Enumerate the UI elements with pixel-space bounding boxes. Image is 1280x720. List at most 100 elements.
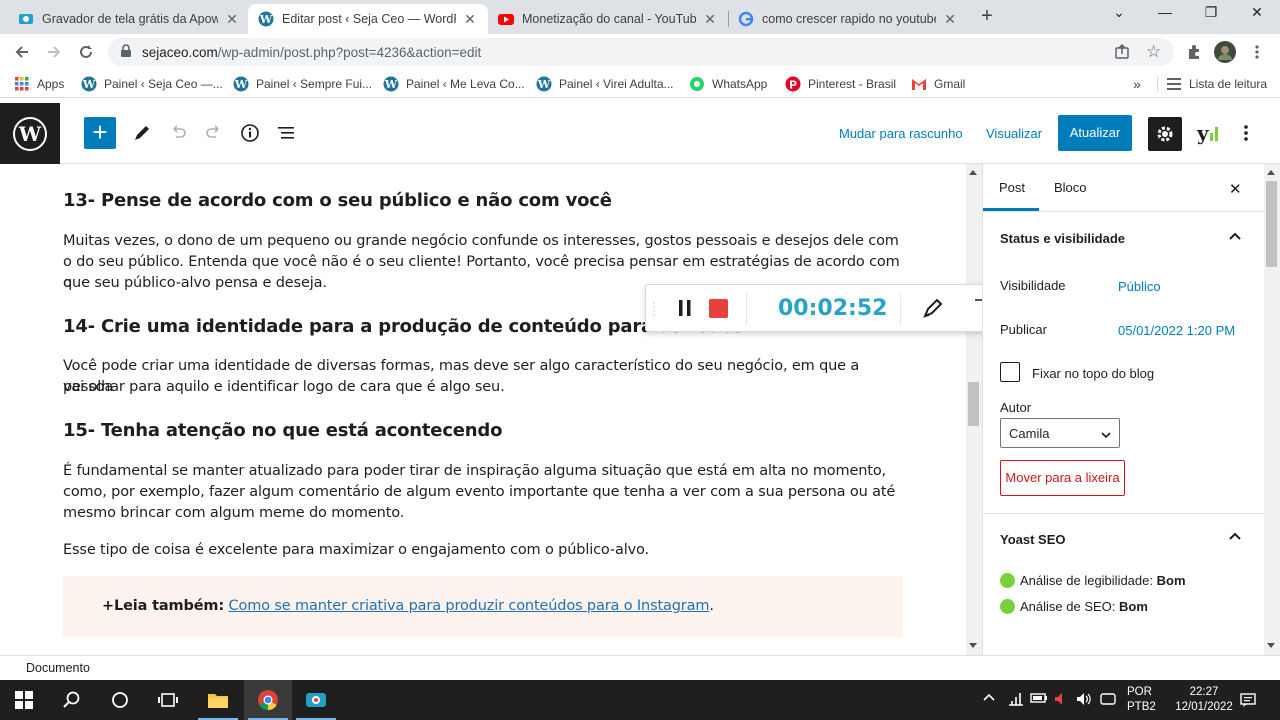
apowersoft-recorder-icon[interactable]	[292, 680, 340, 720]
move-to-trash-button[interactable]: Mover para a lixeira	[1000, 460, 1125, 496]
content-scrollbar[interactable]	[966, 164, 982, 655]
chevron-up-icon[interactable]	[1229, 530, 1241, 548]
tab-wordpress-edit[interactable]: W Editar post ‹ Seja Ceo — WordPr ✕	[248, 4, 488, 34]
paragraph-14-line-2[interactable]: vai olhar para aquilo e identificar logo…	[63, 377, 908, 398]
settings-gear-icon[interactable]	[1148, 117, 1182, 151]
avatar[interactable]	[1214, 41, 1236, 63]
volume-muted-icon[interactable]	[1054, 692, 1068, 709]
bookmark-apps[interactable]: Apps	[14, 76, 64, 92]
volume-icon[interactable]	[1076, 692, 1092, 709]
tab-google-search[interactable]: como crescer rapido no youtube ✕	[728, 4, 968, 34]
update-button[interactable]: Atualizar	[1058, 115, 1132, 151]
notifications-icon[interactable]	[1240, 692, 1256, 711]
scrollbar-thumb[interactable]	[968, 382, 979, 426]
task-view-icon[interactable]	[144, 680, 192, 720]
edit-tool-icon[interactable]	[130, 121, 154, 145]
chevron-up-icon[interactable]	[1229, 230, 1241, 248]
minimize-icon[interactable]: —	[1142, 4, 1188, 26]
seo-analysis[interactable]: Análise de SEO: Bom	[1000, 599, 1148, 614]
options-menu-icon[interactable]	[1234, 121, 1258, 145]
undo-icon[interactable]	[166, 121, 190, 145]
paragraph-15-line-1[interactable]: É fundamental se manter atualizado para …	[63, 461, 908, 482]
tab-youtube[interactable]: Monetização do canal - YouTube ✕	[488, 4, 728, 34]
close-tab-icon[interactable]: ✕	[702, 11, 718, 28]
bookmark-whatsapp[interactable]: WhatsApp	[689, 76, 767, 92]
drag-handle-icon[interactable]	[652, 301, 656, 322]
bookmark-star-icon[interactable]: ☆	[1146, 42, 1161, 62]
switch-to-draft-button[interactable]: Mudar para rascunho	[839, 126, 963, 141]
info-icon[interactable]	[238, 121, 262, 145]
reload-icon[interactable]	[75, 41, 97, 63]
heading-13[interactable]: 13- Pense de acordo com o seu público e …	[63, 190, 612, 211]
input-language[interactable]: POR PTB2	[1127, 685, 1156, 715]
scroll-down-icon[interactable]	[1267, 643, 1275, 648]
battery-icon[interactable]	[1030, 692, 1048, 707]
reading-list[interactable]: Lista de leitura	[1157, 76, 1267, 92]
address-bar[interactable]: sejaceo.com/wp-admin/post.php?post=4236&…	[108, 38, 1174, 66]
restore-icon[interactable]: ❐	[1188, 4, 1234, 26]
paragraph-15-line-3[interactable]: mesmo brincar com algum meme do momento.	[63, 503, 908, 524]
add-block-button[interactable]: +	[84, 117, 116, 149]
more-menu-icon[interactable]	[1246, 41, 1268, 63]
cortana-icon[interactable]	[96, 680, 144, 720]
close-tab-icon[interactable]: ✕	[942, 11, 958, 28]
wordpress-logo[interactable]: W	[0, 103, 60, 164]
bookmark-gmail[interactable]: Gmail	[911, 76, 965, 92]
read-more-link[interactable]: Como se manter criativa para produzir co…	[229, 598, 710, 614]
extensions-icon[interactable]	[1183, 41, 1205, 63]
close-tab-icon[interactable]: ✕	[224, 11, 240, 28]
windows-start-icon[interactable]	[0, 680, 48, 720]
bookmark-painel-me-leva[interactable]: W Painel ‹ Me Leva Co...	[383, 76, 525, 92]
bookmark-painel-seja-ceo[interactable]: W Painel ‹ Seja Ceo —...	[81, 76, 223, 92]
breadcrumb-document[interactable]: Documento	[26, 661, 90, 675]
scroll-up-icon[interactable]	[969, 170, 977, 175]
scroll-up-icon[interactable]	[1267, 170, 1275, 175]
bookmarks-overflow-icon[interactable]: »	[1133, 76, 1141, 92]
paragraph-16[interactable]: Esse tipo de coisa é excelente para maxi…	[63, 540, 908, 561]
publish-date[interactable]: 05/01/2022 1:20 PM	[1118, 323, 1235, 338]
paragraph-13-line-1[interactable]: Muitas vezes, o dono de um pequeno ou gr…	[63, 231, 908, 252]
back-icon[interactable]	[11, 41, 33, 63]
search-icon[interactable]	[48, 680, 96, 720]
sticky-checkbox[interactable]	[1000, 362, 1020, 382]
editor-content[interactable]: 13- Pense de acordo com o seu público e …	[0, 164, 966, 655]
pen-annotate-icon[interactable]	[922, 297, 944, 324]
bookmark-painel-sempre-fui[interactable]: W Painel ‹ Sempre Fui...	[233, 76, 372, 92]
bookmark-pinterest[interactable]: P Pinterest - Brasil	[785, 76, 896, 92]
pause-icon[interactable]	[678, 299, 692, 322]
file-explorer-icon[interactable]	[194, 680, 242, 720]
close-window-icon[interactable]: ✕	[1234, 4, 1280, 26]
share-icon[interactable]	[1114, 43, 1130, 63]
chrome-icon[interactable]	[244, 680, 292, 720]
redo-icon[interactable]	[202, 121, 226, 145]
close-sidebar-icon[interactable]: ✕	[1229, 180, 1242, 198]
sticky-label[interactable]: Fixar no topo do blog	[1032, 366, 1154, 381]
sidebar-scrollbar[interactable]	[1264, 164, 1280, 655]
heading-15[interactable]: 15- Tenha atenção no que está acontecend…	[63, 420, 502, 441]
scroll-down-icon[interactable]	[969, 643, 977, 648]
status-visibility-title[interactable]: Status e visibilidade	[1000, 231, 1125, 246]
tab-post[interactable]: Post	[999, 180, 1025, 195]
screen-recorder-widget[interactable]: 00:02:52	[645, 284, 997, 332]
visibility-value[interactable]: Público	[1118, 279, 1161, 294]
readability-analysis[interactable]: Análise de legibilidade: Bom	[1000, 573, 1186, 588]
heading-14[interactable]: 14- Crie uma identidade para a produção …	[63, 316, 744, 337]
list-view-icon[interactable]	[274, 121, 298, 145]
new-tab-button[interactable]: +	[976, 6, 998, 28]
stop-icon[interactable]	[709, 299, 728, 318]
network-icon[interactable]	[1008, 692, 1024, 709]
read-more-block[interactable]: +Leia também: Como se manter criativa pa…	[63, 576, 903, 637]
tab-apowersoft[interactable]: Gravador de tela grátis da Apowe ✕	[8, 4, 250, 34]
author-select[interactable]: Camila	[1000, 418, 1120, 448]
scrollbar-thumb[interactable]	[1266, 181, 1277, 267]
meet-now-icon[interactable]	[1100, 692, 1116, 709]
tab-block[interactable]: Bloco	[1054, 180, 1087, 195]
bookmark-painel-virei-adulta[interactable]: W Painel ‹ Virei Adulta...	[536, 76, 674, 92]
system-clock[interactable]: 22:27 12/01/2022	[1174, 685, 1234, 715]
tray-overflow-icon[interactable]	[982, 690, 996, 707]
paragraph-15-line-2[interactable]: como, por exemplo, fazer algum comentári…	[63, 482, 908, 503]
tab-search-icon[interactable]: ⌄	[1096, 4, 1142, 26]
yoast-seo-title[interactable]: Yoast SEO	[1000, 532, 1066, 547]
preview-button[interactable]: Visualizar	[986, 126, 1042, 141]
close-tab-icon[interactable]: ✕	[462, 11, 478, 28]
